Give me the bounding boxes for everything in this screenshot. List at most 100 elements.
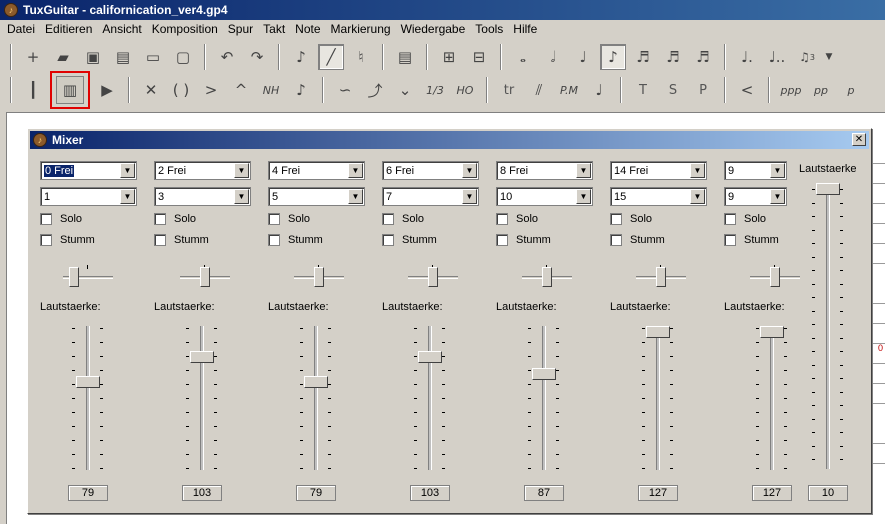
effect-channel-select[interactable]: 1 ▼ <box>40 187 137 206</box>
print-preview-icon[interactable]: ▢ <box>170 44 196 70</box>
ghost-note-icon[interactable]: ( ) <box>168 77 194 103</box>
menu-komposition[interactable]: Komposition <box>147 22 223 36</box>
effect-channel-select[interactable]: 7 ▼ <box>382 187 479 206</box>
staccato-icon[interactable]: ♩ <box>586 77 612 103</box>
grace-note-icon[interactable]: ♪ <box>288 77 314 103</box>
solo-checkbox[interactable] <box>724 213 736 225</box>
new-file-icon[interactable]: + <box>20 44 46 70</box>
channel-select[interactable]: 9 ▼ <box>724 161 787 180</box>
channel-select[interactable]: 8 Frei ▼ <box>496 161 593 180</box>
mute-checkbox-row[interactable]: Stumm <box>268 234 323 246</box>
volume-thumb[interactable] <box>418 351 442 363</box>
chevron-down-icon[interactable]: ▼ <box>462 189 477 204</box>
tapping-icon[interactable]: T <box>630 77 656 103</box>
chevron-down-icon[interactable]: ▼ <box>690 163 705 178</box>
add-measure-icon[interactable]: ⊞ <box>436 44 462 70</box>
eighth-note-icon[interactable]: ♪ <box>600 44 626 70</box>
chevron-down-icon[interactable]: ▼ <box>576 189 591 204</box>
volume-slider[interactable] <box>68 324 108 474</box>
balance-thumb[interactable] <box>542 267 552 287</box>
mute-checkbox-row[interactable]: Stumm <box>496 234 551 246</box>
channel-select[interactable]: 4 Frei ▼ <box>268 161 365 180</box>
accent-icon[interactable]: > <box>198 77 224 103</box>
mute-checkbox[interactable] <box>724 234 736 246</box>
tremolo-picking-icon[interactable]: ⫽ <box>526 77 552 103</box>
dead-note-icon[interactable]: ✕ <box>138 77 164 103</box>
chevron-down-icon[interactable]: ▼ <box>234 163 249 178</box>
chevron-down-icon[interactable]: ▼ <box>576 163 591 178</box>
tremolo-bar-icon[interactable]: ⌄ <box>392 77 418 103</box>
volume-thumb[interactable] <box>76 376 100 388</box>
tuplet-third-icon[interactable]: 1/3 <box>422 77 448 103</box>
channel-select[interactable]: 0 Frei ▼ <box>40 161 137 180</box>
mute-checkbox-row[interactable]: Stumm <box>40 234 95 246</box>
chevron-down-icon[interactable]: ▼ <box>348 163 363 178</box>
balance-thumb[interactable] <box>770 267 780 287</box>
channel-select[interactable]: 14 Frei ▼ <box>610 161 707 180</box>
balance-thumb[interactable] <box>200 267 210 287</box>
mute-checkbox-row[interactable]: Stumm <box>382 234 437 246</box>
solo-checkbox[interactable] <box>154 213 166 225</box>
guitar-fretboard-icon[interactable]: ┃ <box>20 77 46 103</box>
chevron-down-icon[interactable]: ▼ <box>770 189 785 204</box>
menu-note[interactable]: Note <box>290 22 325 36</box>
solo-checkbox-row[interactable]: Solo <box>724 213 766 225</box>
menu-datei[interactable]: Datei <box>2 22 40 36</box>
balance-thumb[interactable] <box>314 267 324 287</box>
volume-slider[interactable] <box>638 324 678 474</box>
mute-checkbox[interactable] <box>40 234 52 246</box>
save-as-icon[interactable]: ▤ <box>110 44 136 70</box>
balance-slider[interactable] <box>63 265 113 289</box>
dotted-note-icon[interactable]: ♩. <box>734 44 760 70</box>
channel-select[interactable]: 6 Frei ▼ <box>382 161 479 180</box>
solo-checkbox[interactable] <box>382 213 394 225</box>
double-dotted-note-icon[interactable]: ♩.. <box>764 44 790 70</box>
volume-thumb[interactable] <box>190 351 214 363</box>
redo-icon[interactable]: ↷ <box>244 44 270 70</box>
undo-icon[interactable]: ↶ <box>214 44 240 70</box>
volume-thumb[interactable] <box>532 368 556 380</box>
volume-thumb[interactable] <box>304 376 328 388</box>
effect-channel-select[interactable]: 5 ▼ <box>268 187 365 206</box>
solo-checkbox[interactable] <box>268 213 280 225</box>
mute-checkbox[interactable] <box>382 234 394 246</box>
chevron-down-icon[interactable]: ▼ <box>690 189 705 204</box>
balance-thumb[interactable] <box>656 267 666 287</box>
chevron-down-icon[interactable]: ▼ <box>462 163 477 178</box>
menu-markierung[interactable]: Markierung <box>326 22 396 36</box>
solo-checkbox-row[interactable]: Solo <box>610 213 652 225</box>
fade-in-icon[interactable]: < <box>734 77 760 103</box>
dynamic-pp-icon[interactable]: pp <box>808 77 834 103</box>
slapping-icon[interactable]: S <box>660 77 686 103</box>
chevron-down-icon[interactable]: ▼ <box>120 189 135 204</box>
balance-slider[interactable] <box>750 265 800 289</box>
chevron-down-icon[interactable]: ▼ <box>770 163 785 178</box>
volume-slider[interactable] <box>752 324 792 474</box>
whole-note-icon[interactable]: 𝅝 <box>510 44 536 70</box>
mute-checkbox-row[interactable]: Stumm <box>154 234 209 246</box>
menu-tools[interactable]: Tools <box>470 22 508 36</box>
effect-channel-select[interactable]: 15 ▼ <box>610 187 707 206</box>
popping-icon[interactable]: P <box>690 77 716 103</box>
solo-checkbox-row[interactable]: Solo <box>154 213 196 225</box>
volume-thumb[interactable] <box>760 326 784 338</box>
solo-checkbox[interactable] <box>496 213 508 225</box>
sixteenth-note-icon[interactable]: ♬ <box>630 44 656 70</box>
solo-checkbox[interactable] <box>610 213 622 225</box>
balance-slider[interactable] <box>408 265 458 289</box>
bend-icon[interactable]: ⤴ <box>362 77 388 103</box>
select-mode-icon[interactable]: ♪ <box>288 44 314 70</box>
score-properties-icon[interactable]: ▤ <box>392 44 418 70</box>
master-volume-slider[interactable] <box>808 181 848 471</box>
print-icon[interactable]: ▭ <box>140 44 166 70</box>
solo-checkbox-row[interactable]: Solo <box>382 213 424 225</box>
master-volume-thumb[interactable] <box>816 183 840 195</box>
transport-play-icon[interactable]: ▶ <box>94 77 120 103</box>
menu-wiedergabe[interactable]: Wiedergabe <box>396 22 471 36</box>
mute-checkbox-row[interactable]: Stumm <box>724 234 779 246</box>
mute-checkbox[interactable] <box>154 234 166 246</box>
balance-slider[interactable] <box>522 265 572 289</box>
trill-icon[interactable]: tr <box>496 77 522 103</box>
mute-checkbox-row[interactable]: Stumm <box>610 234 665 246</box>
channel-select[interactable]: 2 Frei ▼ <box>154 161 251 180</box>
